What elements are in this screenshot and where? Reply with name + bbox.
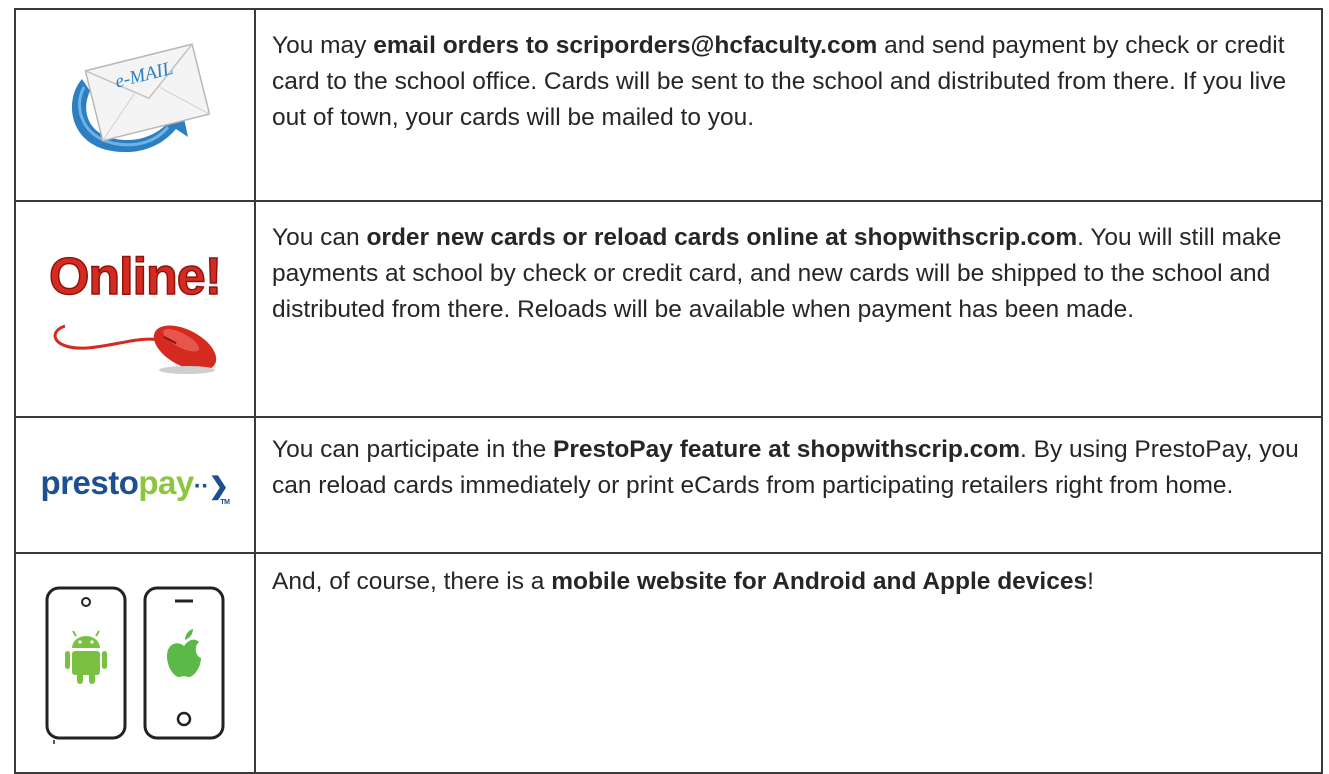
prestopay-icon-cell: prestopay··❯TM [14,416,256,554]
mobile-description: And, of course, there is a mobile websit… [254,552,1323,774]
scrip-order-options: e-MAIL You may email orders to scriporde… [14,8,1323,774]
android-phone-icon [45,586,127,744]
prestopay-trademark: TM [220,499,230,506]
table-row-online: Online! You can order new cards or reloa… [14,200,1323,418]
email-envelope-icon: e-MAIL [71,42,211,152]
email-icon-cell: e-MAIL [14,8,256,202]
online-mouse-icon: Online! [48,247,223,374]
online-icon-label: Online! [49,248,221,306]
prestopay-description: You can participate in the PrestoPay fea… [254,416,1323,554]
table-row-email: e-MAIL You may email orders to scriporde… [14,8,1323,202]
prestopay-logo-text-presto: presto [40,464,139,501]
table-row-mobile: And, of course, there is a mobile websit… [14,552,1323,774]
prestopay-arrow-icon: ··❯ [193,473,229,500]
prestopay-logo-text-pay: pay [138,464,194,501]
table-row-prestopay: prestopay··❯TM You can participate in th… [14,416,1323,554]
email-description: You may email orders to scriporders@hcfa… [254,8,1323,202]
prestopay-logo: prestopay··❯TM [16,464,254,506]
online-description: You can order new cards or reload cards … [254,200,1323,418]
online-icon-cell: Online! [14,200,256,418]
order-options-table: e-MAIL You may email orders to scriporde… [14,8,1323,774]
mobile-phones-icon [45,586,225,744]
apple-phone-icon [143,586,225,739]
mobile-icon-cell [14,552,256,774]
